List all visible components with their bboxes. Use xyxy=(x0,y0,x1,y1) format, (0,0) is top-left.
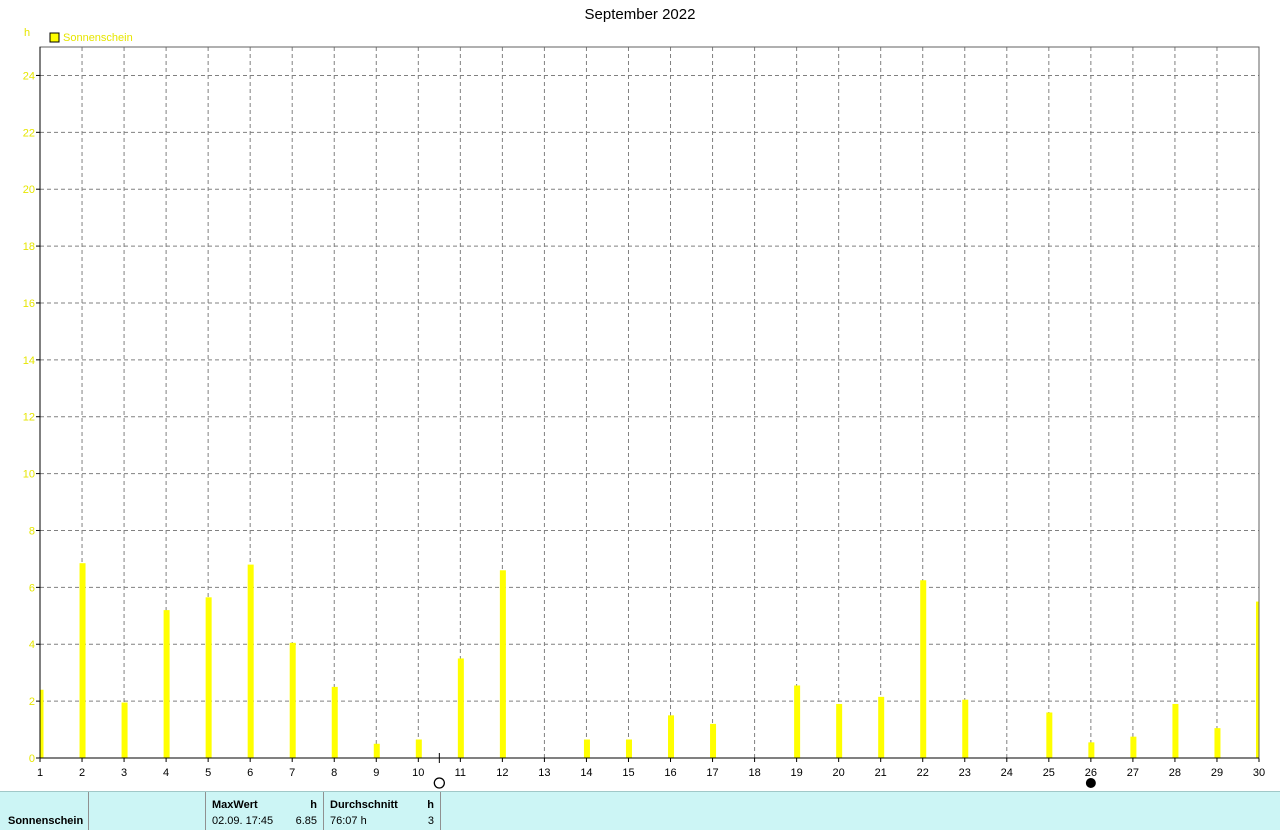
x-tick-label: 28 xyxy=(1169,767,1181,779)
bar xyxy=(878,696,885,758)
bar xyxy=(289,642,296,758)
x-tick-label: 25 xyxy=(1043,767,1055,779)
y-axis-label: h xyxy=(24,27,30,39)
x-tick-label: 27 xyxy=(1127,767,1139,779)
bar xyxy=(1046,712,1053,758)
x-tick-label: 30 xyxy=(1253,767,1265,779)
full-moon-icon xyxy=(433,777,445,789)
x-tick-label: 9 xyxy=(373,767,379,779)
bar xyxy=(457,658,464,758)
bar xyxy=(583,739,590,758)
x-tick-label: 11 xyxy=(455,767,466,779)
bar xyxy=(40,689,44,758)
y-tick-label: 2 xyxy=(29,696,35,708)
x-tick-label: 26 xyxy=(1085,767,1097,779)
y-tick-label: 20 xyxy=(23,184,35,196)
bar xyxy=(794,685,801,758)
x-tick-label: 5 xyxy=(205,767,211,779)
x-tick-label: 16 xyxy=(664,767,676,779)
bars xyxy=(40,563,1259,758)
y-tick-label: 10 xyxy=(23,469,35,481)
bar xyxy=(668,715,675,758)
x-tick-label: 2 xyxy=(79,767,85,779)
y-tick-label: 8 xyxy=(29,525,35,537)
info-series-cell: Sonnenschein xyxy=(0,792,89,830)
bar xyxy=(920,580,927,758)
bar xyxy=(710,723,717,758)
x-tick-label: 12 xyxy=(496,767,508,779)
info-max-cell: MaxWert h 02.09. 17:45 6.85 xyxy=(206,792,324,830)
max-value: 6.85 xyxy=(295,815,317,827)
max-time: 02.09. 17:45 xyxy=(212,815,274,827)
x-tick-label: 7 xyxy=(289,767,295,779)
info-panel: Sonnenschein MaxWert h 02.09. 17:45 6.85… xyxy=(0,791,1280,830)
max-unit: h xyxy=(310,799,317,811)
max-header: MaxWert xyxy=(212,799,258,811)
plot-frame xyxy=(39,46,1260,759)
avg-unit: h xyxy=(427,799,434,811)
bar xyxy=(1172,703,1179,758)
bar xyxy=(1130,736,1137,758)
y-tick-label: 14 xyxy=(23,355,35,367)
bar xyxy=(331,686,338,758)
x-tick-label: 23 xyxy=(959,767,971,779)
bar xyxy=(247,564,254,758)
bar xyxy=(121,702,128,758)
x-tick-label: 3 xyxy=(121,767,127,779)
bar xyxy=(836,703,843,758)
y-tick-label: 4 xyxy=(29,639,35,651)
bar xyxy=(1088,742,1095,758)
bar xyxy=(373,743,380,758)
y-tick-label: 24 xyxy=(23,70,35,82)
y-tick-label: 22 xyxy=(23,127,35,139)
bar xyxy=(1214,728,1221,758)
x-tick-label: 14 xyxy=(580,767,592,779)
new-moon-icon xyxy=(1085,778,1096,788)
bar xyxy=(962,699,969,758)
y-tick-label: 0 xyxy=(29,753,35,765)
legend-label: Sonnenschein xyxy=(63,32,133,44)
legend-swatch xyxy=(49,32,60,43)
info-series-label: Sonnenschein xyxy=(8,815,84,827)
x-tick-label: 24 xyxy=(1001,767,1013,779)
x-tick-label: 15 xyxy=(622,767,634,779)
y-tick-label: 12 xyxy=(23,412,35,424)
x-tick-label: 22 xyxy=(917,767,929,779)
y-tick-label: 16 xyxy=(23,298,35,310)
info-avg-cell: Durchschnitt h 76:07 h 3 xyxy=(324,792,441,830)
x-tick-label: 6 xyxy=(247,767,253,779)
x-tick-label: 18 xyxy=(748,767,760,779)
bar xyxy=(163,610,170,758)
y-tick-label: 18 xyxy=(23,241,35,253)
bar xyxy=(415,739,422,758)
bar xyxy=(625,739,632,758)
chart-plot: 0246810121416182022241 2 3 4 5 6 7 8 9 10 11 12 13 14… xyxy=(23,27,1265,789)
avg-value: 3 xyxy=(427,815,434,827)
grid xyxy=(40,47,1259,758)
x-tick-label: 21 xyxy=(875,767,887,779)
x-tick-label: 10 xyxy=(412,767,424,779)
y-tick-label: 6 xyxy=(29,582,35,594)
avg-header: Durchschnitt xyxy=(330,799,398,811)
legend: Sonnenschein xyxy=(49,32,133,44)
x-tick-label: 19 xyxy=(790,767,802,779)
x-tick-label: 13 xyxy=(538,767,550,779)
x-tick-label: 1 xyxy=(37,767,43,779)
bar xyxy=(79,563,86,758)
x-tick-label: 4 xyxy=(163,767,169,779)
info-empty-cell xyxy=(89,792,206,830)
x-tick-label: 17 xyxy=(706,767,718,779)
bar xyxy=(499,570,506,758)
x-tick-label: 20 xyxy=(833,767,845,779)
avg-total: 76:07 h xyxy=(330,815,367,827)
x-tick-label: 8 xyxy=(331,767,337,779)
x-tick-label: 29 xyxy=(1211,767,1223,779)
bar xyxy=(205,597,212,758)
